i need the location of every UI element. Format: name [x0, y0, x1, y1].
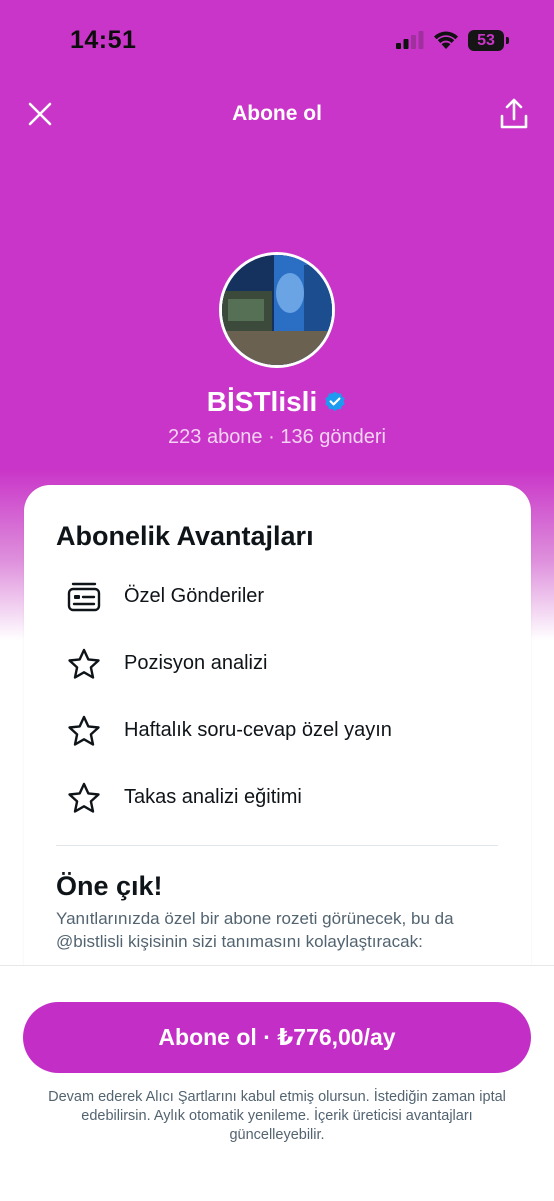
benefit-item-position-analysis: Pozisyon analizi	[56, 645, 496, 685]
top-nav: Abone ol	[0, 84, 554, 144]
star-icon	[68, 648, 100, 679]
benefit-label: Takas analizi eğitimi	[124, 786, 302, 808]
bottom-panel: Abone ol · ₺776,00/ay Devam ederek Alıcı…	[0, 965, 554, 1201]
profile-name: BİSTlisli	[206, 386, 318, 417]
benefit-label: Haftalık soru-cevap özel yayın	[124, 719, 392, 741]
status-time: 14:51	[70, 26, 137, 54]
battery-level: 53	[477, 32, 495, 49]
battery-icon: 53	[468, 30, 504, 51]
profile-name-row: BİSTlisli	[0, 386, 554, 418]
benefit-label: Pozisyon analizi	[124, 652, 268, 674]
benefit-item-exclusive-posts: Özel Gönderiler	[56, 578, 496, 618]
avatar-image	[222, 255, 332, 365]
promo-title: Öne çık!	[56, 871, 163, 901]
benefit-label: Özel Gönderiler	[124, 585, 265, 607]
benefit-item-settlement-training: Takas analizi eğitimi	[56, 779, 496, 819]
wifi-icon	[434, 31, 458, 49]
battery-cap	[506, 37, 509, 44]
benefits-title: Abonelik Avantajları	[56, 521, 314, 551]
exclusive-posts-icon	[67, 582, 101, 612]
promo-description: Yanıtlarınızda özel bir abone rozeti gör…	[56, 909, 454, 951]
share-icon[interactable]	[496, 96, 532, 132]
benefit-item-weekly-qa: Haftalık soru-cevap özel yayın	[56, 712, 496, 752]
cellular-signal-icon	[396, 31, 424, 49]
page-title: Abone ol	[232, 102, 322, 125]
profile-stats: 223 abone · 136 gönderi	[168, 426, 386, 448]
divider	[56, 845, 498, 846]
verified-badge-icon	[325, 391, 345, 411]
legal-text: Devam ederek Alıcı Şartlarını kabul etmi…	[48, 1089, 506, 1143]
avatar	[219, 252, 335, 368]
star-icon	[68, 782, 100, 813]
benefits-card: Abonelik Avantajları Özel Gönderiler Poz…	[24, 485, 531, 1025]
star-icon	[68, 715, 100, 746]
status-bar: 14:51 53	[0, 0, 554, 84]
subscribe-button[interactable]: Abone ol · ₺776,00/ay	[23, 1002, 531, 1073]
